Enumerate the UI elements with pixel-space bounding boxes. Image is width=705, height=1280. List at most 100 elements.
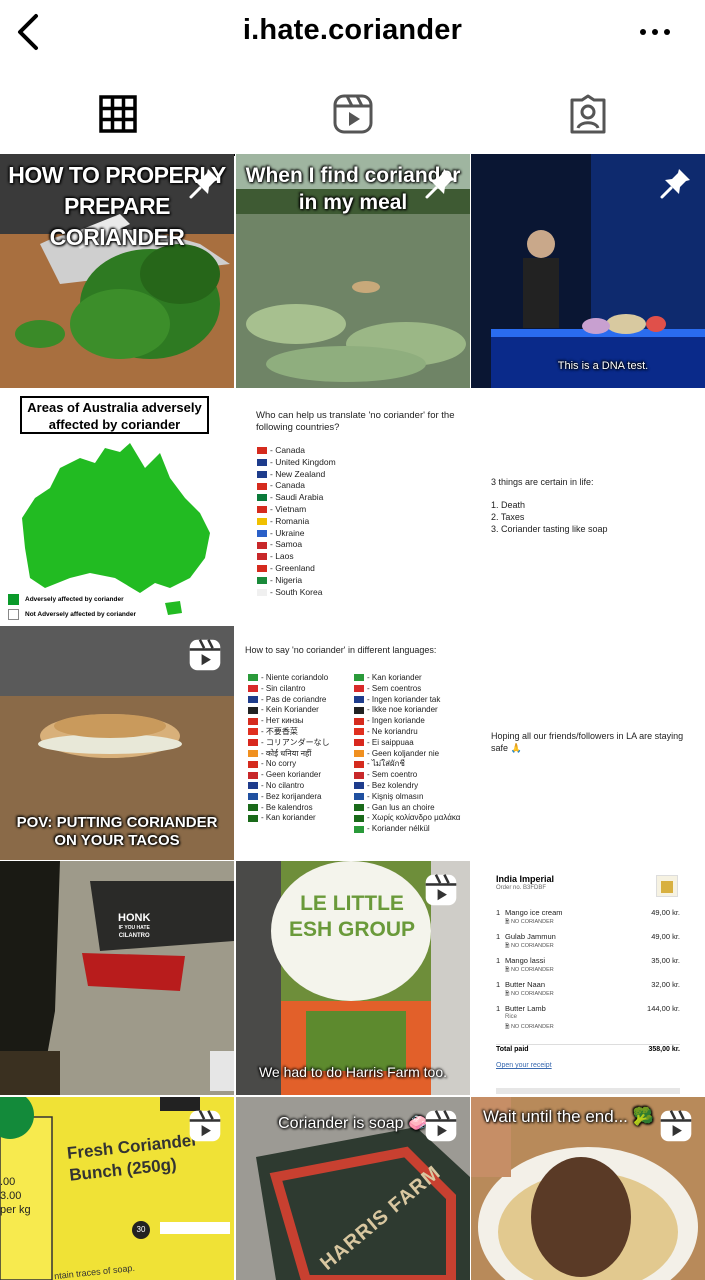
post-tile[interactable]: LE LITTLE ESH GROUP We had to do Harris …: [236, 861, 470, 1095]
country-item: - Samoa: [257, 539, 336, 551]
country-list: - Canada - United Kingdom - New Zealand - C…: [257, 445, 336, 598]
language-list: - Niente coriandolo - Sin cilantro - Pas d…: [248, 673, 330, 824]
language-item: - Be kalendros: [248, 803, 330, 814]
post-tile[interactable]: Fresh Coriander Bunch (250g) .00 3.00 pe…: [0, 1097, 234, 1280]
language-item: - Sem coentros: [354, 684, 460, 695]
language-item: - Sem coentro: [354, 770, 460, 781]
flag-icon: [248, 674, 258, 682]
post-caption: We had to do Harris Farm too.: [258, 1064, 448, 1080]
flag-icon: [354, 695, 364, 703]
flag-icon: [354, 793, 364, 801]
flag-icon: [248, 728, 258, 736]
flag-icon: [248, 695, 258, 703]
reel-icon: [659, 1109, 693, 1143]
language-item: - Kan koriander: [248, 813, 330, 824]
flag-icon: [354, 685, 364, 693]
receipt-item-note: 🗎 NO CORIANDER: [505, 967, 554, 973]
tab-posts-grid[interactable]: [0, 74, 235, 156]
post-tile[interactable]: Who can help us translate 'no coriander'…: [236, 390, 470, 624]
post-text: 3 things are certain in life:: [491, 477, 594, 487]
language-item: - Gan lus an choire: [354, 803, 460, 814]
tab-tagged[interactable]: [470, 74, 705, 154]
post-caption: This is a DNA test.: [557, 360, 649, 372]
receipt-post[interactable]: India Imperial Order no. B3FDBF 1 Mango i…: [488, 861, 688, 1097]
post-tile[interactable]: HARRIS FARM Coriander is soap 🧼: [236, 1097, 470, 1280]
flag-icon: [248, 706, 258, 714]
language-item: - कोई धनिया नहीं: [248, 749, 330, 760]
receipt-item-sub: Rice: [505, 1014, 518, 1020]
flag-icon: [257, 565, 267, 573]
post-heading: Who can help us translate 'no coriander'…: [256, 410, 455, 433]
receipt-item-note: 🗎 NO CORIANDER: [505, 919, 554, 925]
flag-icon: [248, 739, 258, 747]
sign-badge: 30: [132, 1221, 150, 1239]
flag-icon: [257, 588, 267, 596]
language-item: - Pas de coriandre: [248, 695, 330, 706]
legend-label: Not Adversely affected by coriander: [25, 611, 137, 618]
tagged-person-icon: [570, 94, 605, 134]
more-options-icon[interactable]: [639, 18, 671, 46]
post-tile[interactable]: 3 things are certain in life: 1. Death 2.…: [471, 390, 705, 624]
grid-icon: [98, 95, 137, 133]
pinned-icon: [659, 166, 693, 200]
flag-icon: [354, 674, 364, 682]
language-item: - Bez korijandera: [248, 792, 330, 803]
profile-header: i.hate.coriander: [0, 0, 705, 64]
legend-swatch: [8, 608, 19, 620]
receipt-item-price: 49,00 kr.: [651, 908, 680, 917]
language-item: - Kein Koriander: [248, 705, 330, 716]
post-tile[interactable]: This is a DNA test.: [471, 154, 705, 388]
post-tile[interactable]: Areas of Australia adversely affected by…: [0, 390, 234, 624]
language-item: - Χωρίς κολίανδρο μαλάκα: [354, 813, 460, 824]
receipt-total: 358,00 kr.: [648, 1046, 680, 1053]
country-item: - Saudi Arabia: [257, 492, 336, 504]
country-item: - Vietnam: [257, 504, 336, 516]
sticker-text: HONK: [118, 912, 151, 924]
sticker-text: CILANTRO: [118, 933, 150, 939]
post-tile[interactable]: Wait until the end... 🥦: [471, 1097, 705, 1280]
post-tile[interactable]: POV: PUTTING CORIANDER ON YOUR TACOS: [0, 626, 234, 860]
post-tile[interactable]: HONK IF YOU HATE CILANTRO: [0, 861, 234, 1095]
flag-icon: [354, 749, 364, 757]
flag-icon: [257, 482, 267, 490]
post-tile[interactable]: HOW TO PROPERLY PREPARE CORIANDER: [0, 154, 234, 388]
flag-icon: [248, 685, 258, 693]
flag-icon: [354, 825, 364, 833]
country-item: - Laos: [257, 551, 336, 563]
list-item: 3. Coriander tasting like soap: [491, 523, 608, 534]
flag-icon: [257, 541, 267, 549]
post-tile[interactable]: When I find coriander in my meal: [236, 154, 470, 388]
reel-icon: [424, 873, 458, 907]
flag-icon: [257, 529, 267, 537]
sign-price: .00: [0, 1176, 16, 1188]
post-text-list: 1. Death 2. Taxes 3. Coriander tasting lik…: [491, 500, 608, 535]
language-item: - Koriander nélkül: [354, 824, 460, 835]
language-item: - No cilantro: [248, 781, 330, 792]
post-text: Hoping all our friends/followers in LA a…: [491, 731, 684, 753]
flag-icon: [354, 739, 364, 747]
country-item: - Greenland: [257, 563, 336, 575]
post-tile[interactable]: How to say 'no coriander' in different l…: [236, 626, 470, 860]
country-item: - Canada: [257, 480, 336, 492]
language-item: - Ingen koriander tak: [354, 695, 460, 706]
flag-icon: [257, 577, 267, 585]
receipt-order-number: Order no. B3FDBF: [496, 885, 547, 891]
country-item: - Nigeria: [257, 575, 336, 587]
bumper-sticker: HONK IF YOU HATE CILANTRO: [118, 913, 150, 940]
post-tile[interactable]: Hoping all our friends/followers in LA a…: [471, 626, 705, 860]
open-receipt-link[interactable]: Open your receipt: [496, 1062, 552, 1069]
flag-icon: [248, 771, 258, 779]
flag-icon: [354, 706, 364, 714]
tab-reels[interactable]: [235, 74, 470, 154]
jar-label-text: LE LITTLE ESH GROUP: [288, 892, 416, 941]
receipt-item-note: 🗎 NO CORIANDER: [505, 943, 554, 949]
flag-icon: [248, 814, 258, 822]
profile-tabs: [0, 74, 705, 156]
language-item: - Нет кинзы: [248, 716, 330, 727]
receipt-item-price: 49,00 kr.: [651, 932, 680, 941]
receipt-item-note: 🗎 NO CORIANDER: [505, 991, 554, 997]
legend-swatch: [8, 593, 19, 605]
receipt-restaurant: India Imperial: [496, 874, 555, 884]
language-item: - Ne koriandru: [354, 727, 460, 738]
reels-icon: [333, 94, 372, 134]
